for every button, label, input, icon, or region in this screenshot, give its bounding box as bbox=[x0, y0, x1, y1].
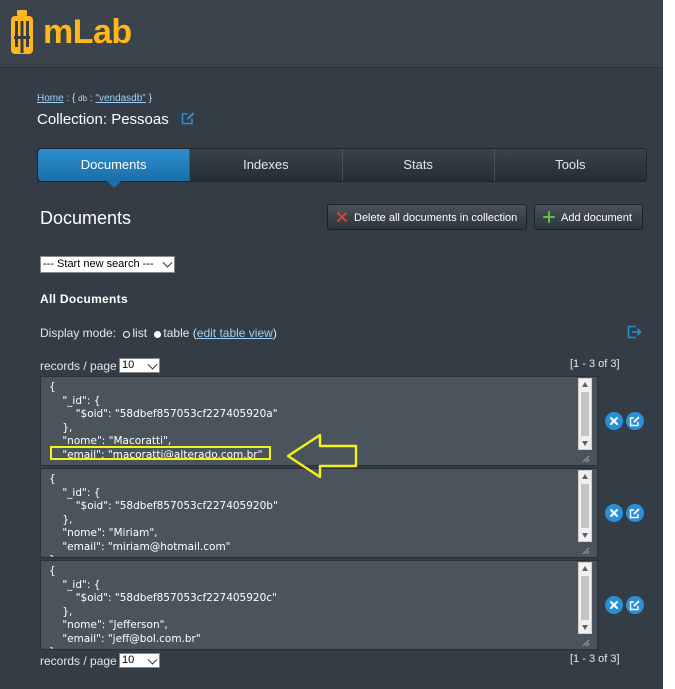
records-per-page-label: records / page bbox=[40, 654, 117, 668]
page-scrollbar-gutter bbox=[663, 0, 675, 689]
close-icon bbox=[610, 509, 618, 517]
collection-tabs: Documents Indexes Stats Tools bbox=[37, 148, 647, 188]
breadcrumb-db-label: db bbox=[78, 94, 88, 103]
scroll-thumb[interactable] bbox=[581, 576, 589, 620]
paren: ) bbox=[272, 326, 277, 340]
annotation-arrow-icon bbox=[286, 433, 358, 479]
breadcrumb-home-link[interactable]: Home bbox=[37, 93, 64, 104]
record-box[interactable]: { "_id": { "$oid": "58dbef857053cf227405… bbox=[40, 560, 598, 650]
annotation-highlight-box bbox=[50, 446, 271, 460]
edit-icon bbox=[629, 416, 640, 427]
all-documents-heading: All Documents bbox=[40, 292, 128, 306]
plus-icon bbox=[543, 211, 555, 223]
edit-icon bbox=[629, 508, 640, 519]
documents-heading: Documents bbox=[40, 208, 132, 228]
record-scrollbar[interactable] bbox=[578, 470, 592, 542]
search-select[interactable]: --- Start new search --- bbox=[40, 256, 175, 273]
edit-table-view-link[interactable]: edit table view bbox=[197, 326, 273, 340]
resize-grip-icon[interactable] bbox=[582, 639, 590, 647]
delete-record-button[interactable] bbox=[605, 412, 623, 430]
logo-text: mLab bbox=[43, 13, 132, 51]
chevron-down-icon bbox=[162, 257, 173, 268]
records-per-page-label: records / page bbox=[40, 359, 117, 373]
header-bar: mLab bbox=[0, 0, 663, 68]
resize-grip-icon[interactable] bbox=[582, 455, 590, 463]
records-per-page-select[interactable]: 10 bbox=[119, 358, 160, 373]
records-per-page-value: 10 bbox=[122, 654, 135, 666]
search-select-value: --- Start new search --- bbox=[43, 258, 154, 270]
record-scrollbar[interactable] bbox=[578, 562, 592, 634]
table-radio-label: table bbox=[163, 326, 190, 340]
edit-record-button[interactable] bbox=[626, 412, 644, 430]
scroll-down-arrow-icon[interactable] bbox=[582, 533, 588, 538]
export-icon[interactable] bbox=[627, 325, 642, 339]
scroll-down-arrow-icon[interactable] bbox=[582, 625, 588, 630]
scroll-thumb[interactable] bbox=[581, 392, 589, 436]
record-json: { "_id": { "$oid": "58dbef857053cf227405… bbox=[49, 473, 278, 557]
tab-documents[interactable]: Documents bbox=[38, 149, 191, 188]
breadcrumb-end: } bbox=[145, 93, 152, 104]
records-per-page-select[interactable]: 10 bbox=[119, 653, 160, 668]
delete-all-label: Delete all documents in collection bbox=[354, 212, 518, 224]
scroll-up-arrow-icon[interactable] bbox=[582, 474, 588, 479]
breadcrumb-db-link[interactable]: "vendasdb" bbox=[95, 93, 145, 104]
breadcrumb: Home : { db : "vendasdb" } bbox=[37, 93, 152, 104]
edit-icon bbox=[629, 600, 640, 611]
close-icon bbox=[610, 417, 618, 425]
list-radio-label: list bbox=[132, 326, 148, 340]
tab-indexes[interactable]: Indexes bbox=[190, 149, 343, 181]
records-per-page-value: 10 bbox=[122, 359, 135, 371]
record-box[interactable]: { "_id": { "$oid": "58dbef857053cf227405… bbox=[40, 468, 598, 558]
edit-record-button[interactable] bbox=[626, 504, 644, 522]
pagination-range: [1 - 3 of 3] bbox=[570, 653, 620, 665]
scroll-up-arrow-icon[interactable] bbox=[582, 566, 588, 571]
add-document-button[interactable]: Add document bbox=[534, 204, 643, 230]
breadcrumb-sep: : { bbox=[63, 93, 79, 104]
mlab-app: mLab Home : { db : "vendasdb" } Collecti… bbox=[0, 0, 663, 689]
tab-tools[interactable]: Tools bbox=[495, 149, 646, 181]
scroll-up-arrow-icon[interactable] bbox=[582, 382, 588, 387]
mlab-bottle-icon bbox=[11, 10, 33, 54]
display-mode-label: Display mode: bbox=[40, 326, 117, 340]
pagination-range: [1 - 3 of 3] bbox=[570, 358, 620, 370]
delete-x-icon bbox=[337, 212, 347, 222]
list-radio[interactable] bbox=[123, 331, 131, 338]
close-icon bbox=[610, 601, 618, 609]
edit-record-button[interactable] bbox=[626, 596, 644, 614]
chevron-down-icon bbox=[147, 359, 158, 370]
delete-record-button[interactable] bbox=[605, 596, 623, 614]
chevron-down-icon bbox=[147, 654, 158, 665]
record-json: { "_id": { "$oid": "58dbef857053cf227405… bbox=[49, 565, 277, 649]
table-radio[interactable] bbox=[154, 331, 162, 338]
display-mode: Display mode: list table (edit table vie… bbox=[40, 326, 277, 340]
record-scrollbar[interactable] bbox=[578, 378, 592, 450]
add-document-label: Add document bbox=[561, 212, 632, 224]
scroll-down-arrow-icon[interactable] bbox=[582, 441, 588, 446]
delete-record-button[interactable] bbox=[605, 504, 623, 522]
resize-grip-icon[interactable] bbox=[582, 547, 590, 555]
scroll-thumb[interactable] bbox=[581, 484, 589, 528]
tab-stats[interactable]: Stats bbox=[343, 149, 495, 181]
edit-icon[interactable] bbox=[181, 111, 195, 125]
collection-title: Collection: Pessoas bbox=[37, 111, 169, 128]
delete-all-documents-button[interactable]: Delete all documents in collection bbox=[327, 204, 527, 230]
paren: ( bbox=[189, 326, 197, 340]
